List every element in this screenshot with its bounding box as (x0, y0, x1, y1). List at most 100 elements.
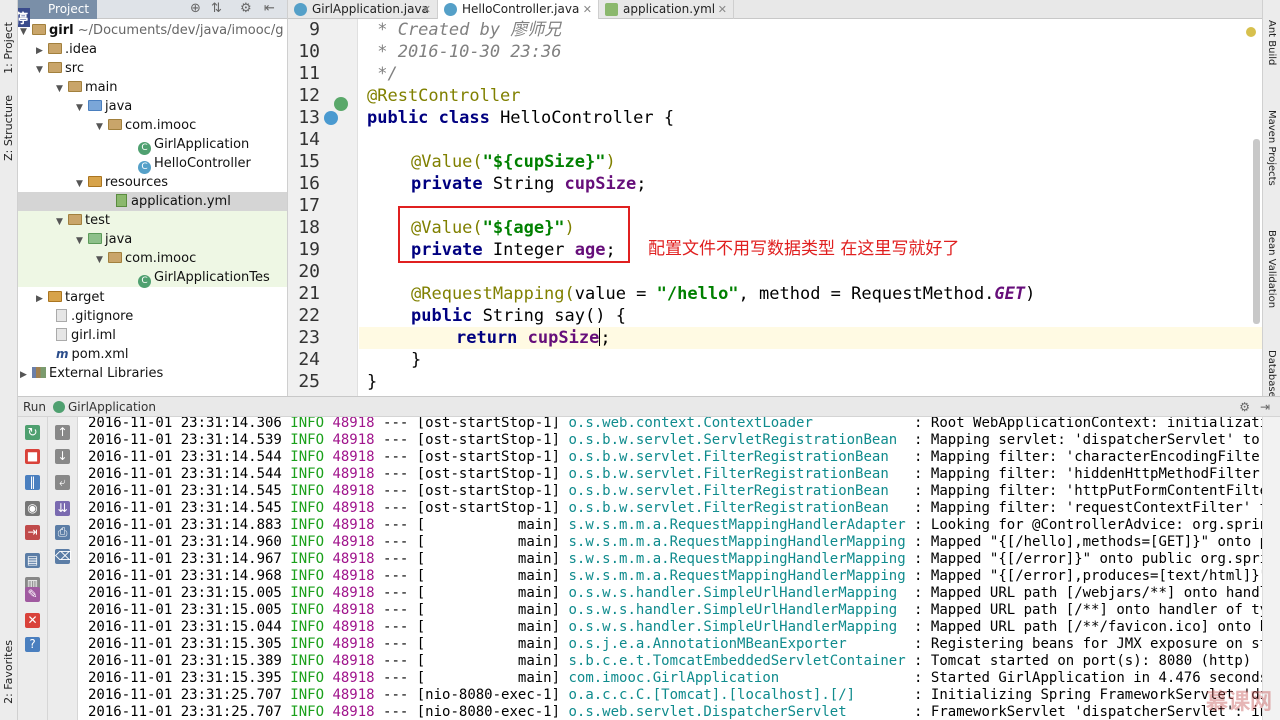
tree-item-java[interactable]: ▼ java (76, 97, 287, 116)
tree-item-test-java[interactable]: ▼ java (18, 230, 287, 249)
scroll-down-icon[interactable]: ↓ (55, 449, 70, 464)
tree-item-hellocontroller[interactable]: C HelloController (138, 154, 287, 174)
static-constant: GET (994, 284, 1026, 304)
dump-threads-icon[interactable]: ◉ (25, 501, 40, 516)
print-icon[interactable]: ⎙ (55, 525, 70, 540)
hide-panel-icon[interactable]: ⇤ (264, 1, 275, 16)
console-scrollbar[interactable] (1262, 417, 1280, 720)
console-output[interactable]: 2016-11-01 23:31:14.306 INFO 48918 --- [… (78, 417, 1262, 720)
tree-item-idea[interactable]: ▶ .idea (36, 40, 287, 59)
line-number[interactable]: 15 (290, 151, 320, 172)
log-message: : Mapped URL path [/**] onto handler of … (914, 602, 1262, 618)
exit-icon[interactable]: ⇥ (25, 525, 40, 540)
gear-icon[interactable]: ⚙ (240, 1, 252, 16)
stop-icon[interactable]: ■ (25, 449, 40, 464)
collapsed-arrow-icon[interactable]: ▶ (20, 366, 32, 385)
line-number[interactable]: 20 (290, 261, 320, 282)
pin-icon[interactable]: ✎ (25, 587, 40, 602)
log-thread: [nio-8080-exec-1] (416, 704, 569, 720)
log-logger: com.imooc.GirlApplication (568, 670, 915, 686)
tree-item-girlapplication[interactable]: C GirlApplication (138, 135, 287, 155)
line-number[interactable]: 24 (290, 349, 320, 370)
tree-item-gitignore[interactable]: .gitignore (56, 307, 287, 326)
database-tool-button[interactable]: Database (1266, 350, 1277, 398)
log-separator: --- (383, 602, 417, 618)
log-level: INFO (290, 602, 333, 618)
pause-icon[interactable]: ‖ (25, 475, 40, 490)
hide-panel-icon[interactable]: ⇥ (1260, 397, 1270, 417)
expand-arrow-icon[interactable]: ▼ (76, 99, 88, 118)
soft-wrap-icon[interactable]: ⤶ (55, 475, 70, 490)
run-config-name[interactable]: GirlApplication (68, 397, 156, 417)
line-number[interactable]: 18 (290, 217, 320, 238)
line-number[interactable]: 11 (290, 63, 320, 84)
tree-item-girlapplicationtests[interactable]: C GirlApplicationTes (18, 268, 287, 288)
tree-item-package[interactable]: ▼ com.imooc (96, 116, 287, 135)
log-timestamp: 2016-11-01 23:31:15.044 (88, 619, 291, 635)
close-icon[interactable]: ✕ (583, 0, 592, 19)
tree-item-test[interactable]: ▼ test (18, 211, 287, 230)
tab-girlapplication[interactable]: GirlApplication.java ✕ (288, 0, 438, 19)
code-editor[interactable]: 9 10 11 12 13 14 15 16 17 18 19 20 21 22 23 24 25 * Crea… (288, 19, 1262, 396)
line-number[interactable]: 25 (290, 371, 320, 392)
sync-icon[interactable]: ⊕ (190, 1, 201, 16)
line-number[interactable]: 12 (290, 85, 320, 106)
tree-item-label: pom.xml (71, 347, 129, 362)
expand-arrow-icon[interactable]: ▼ (36, 61, 48, 80)
line-number[interactable]: 9 (290, 19, 320, 40)
line-number[interactable]: 10 (290, 41, 320, 62)
project-tool-button[interactable]: 1: Project (2, 22, 15, 74)
collapsed-arrow-icon[interactable]: ▶ (36, 290, 48, 309)
line-number[interactable]: 21 (290, 283, 320, 304)
tab-application-yml[interactable]: application.yml ✕ (599, 0, 734, 19)
favorites-tool-button[interactable]: 2: Favorites (2, 640, 15, 704)
structure-tool-button[interactable]: Z: Structure (2, 95, 15, 161)
tree-item-resources[interactable]: ▼ resources (76, 173, 287, 192)
log-logger: o.a.c.c.C.[Tomcat].[localhost].[/] (568, 687, 915, 703)
tree-item-application-yml[interactable]: application.yml (18, 192, 287, 211)
tree-root[interactable]: ▼ girl ~/Documents/dev/java/imooc/g (20, 21, 287, 40)
line-number[interactable]: 16 (290, 173, 320, 194)
tree-item-src[interactable]: ▼ src (36, 59, 287, 78)
field-name: cupSize (527, 328, 600, 348)
spring-bean-icon[interactable] (334, 97, 348, 111)
close-icon[interactable]: ✕ (718, 0, 727, 19)
tree-item-girl-iml[interactable]: girl.iml (56, 326, 287, 345)
navigate-icon[interactable] (324, 111, 338, 125)
tree-item-external-libraries[interactable]: ▶ External Libraries (20, 364, 287, 383)
clear-all-icon[interactable]: ⌫ (55, 549, 72, 564)
expand-arrow-icon[interactable]: ▼ (56, 80, 68, 99)
log-logger: s.w.s.m.m.a.RequestMappingHandlerMapping (568, 534, 915, 550)
tree-item-target[interactable]: ▶ target (36, 288, 287, 307)
expand-arrow-icon[interactable]: ▼ (96, 118, 108, 137)
ant-build-tool-button[interactable]: Ant Build (1266, 20, 1277, 65)
log-logger: o.s.web.servlet.DispatcherServlet (568, 704, 915, 720)
tab-hellocontroller[interactable]: HelloController.java ✕ (438, 0, 599, 19)
line-number[interactable]: 23 (290, 327, 320, 348)
close-icon[interactable]: ✕ (422, 0, 431, 19)
scroll-to-end-icon[interactable]: ⇊ (55, 501, 70, 516)
layout-icon[interactable]: ▤ (25, 553, 40, 568)
maven-projects-tool-button[interactable]: Maven Projects (1266, 110, 1277, 186)
tree-item-test-package[interactable]: ▼ com.imooc (18, 249, 287, 268)
tree-item-pom[interactable]: m pom.xml (56, 345, 287, 364)
log-level: INFO (290, 466, 333, 482)
scroll-up-icon[interactable]: ↑ (55, 425, 70, 440)
bean-validation-tool-button[interactable]: Bean Validation (1266, 230, 1277, 308)
line-number[interactable]: 14 (290, 129, 320, 150)
close-icon[interactable]: ✕ (25, 613, 40, 628)
tree-item-main[interactable]: ▼ main (56, 78, 287, 97)
line-number[interactable]: 13 (290, 107, 320, 128)
collapse-icon[interactable]: ⇅ (211, 1, 222, 16)
help-icon[interactable]: ? (25, 637, 40, 652)
gear-icon[interactable]: ⚙ (1239, 397, 1250, 417)
log-separator: --- (383, 653, 417, 669)
editor-scrollbar[interactable] (1253, 139, 1260, 324)
inspection-status-icon[interactable] (1246, 27, 1256, 37)
rerun-icon[interactable]: ↻ (25, 425, 40, 440)
line-number[interactable]: 17 (290, 195, 320, 216)
line-number[interactable]: 19 (290, 239, 320, 260)
log-thread: [ main] (416, 585, 569, 601)
line-number[interactable]: 22 (290, 305, 320, 326)
log-logger: o.s.b.w.servlet.ServletRegistrationBean (568, 432, 915, 448)
